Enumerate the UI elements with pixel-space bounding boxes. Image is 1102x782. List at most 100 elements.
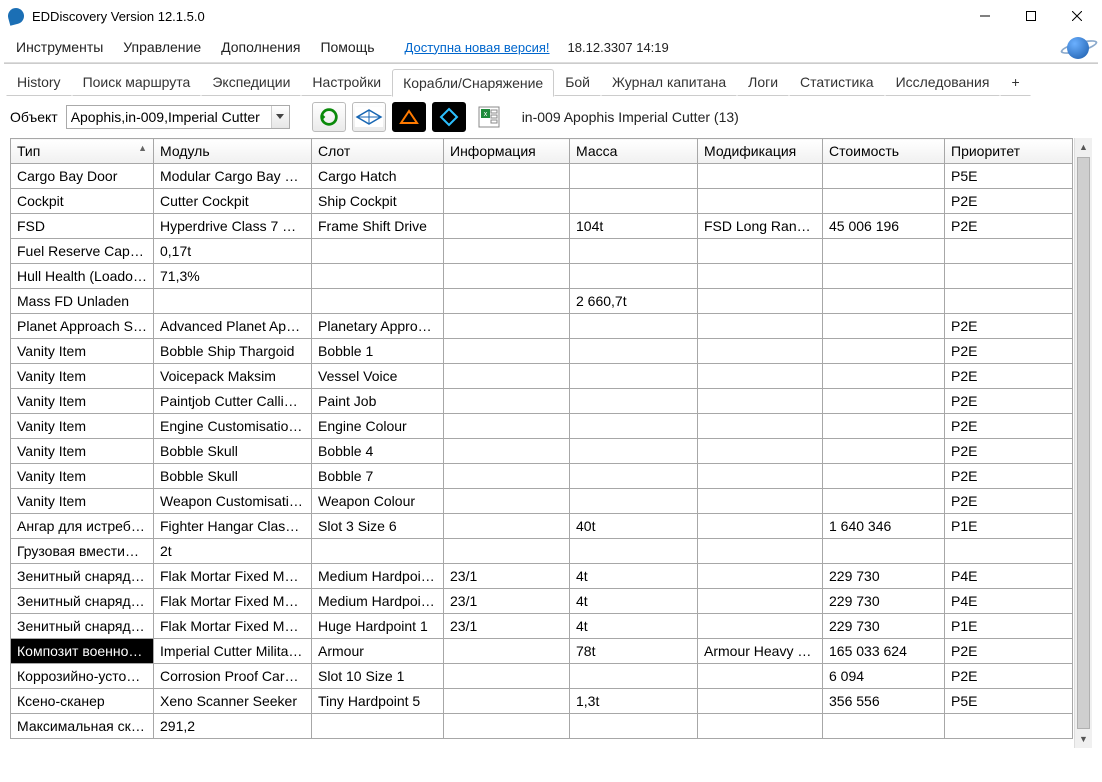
tab-0[interactable]: History	[6, 68, 72, 96]
table-row[interactable]: Hull Health (Loadout)71,3%	[11, 264, 1073, 289]
cell: 1,3t	[570, 689, 698, 714]
cell: FSD	[11, 214, 154, 239]
tab-1[interactable]: Поиск маршрута	[72, 68, 202, 96]
table-row[interactable]: Максимальная ско...291,2	[11, 714, 1073, 739]
cell	[945, 239, 1073, 264]
menu-tools[interactable]: Инструменты	[6, 35, 113, 59]
coriolis-button[interactable]	[352, 102, 386, 132]
tab-5[interactable]: Бой	[554, 68, 601, 96]
table-row[interactable]: FSDHyperdrive Class 7 Ra...Frame Shift D…	[11, 214, 1073, 239]
scroll-up-icon[interactable]: ▲	[1075, 138, 1092, 156]
tab-4[interactable]: Корабли/Снаряжение	[392, 69, 554, 97]
cell: P5E	[945, 689, 1073, 714]
minimize-button[interactable]	[962, 0, 1008, 32]
table-row[interactable]: Ангар для истребит...Fighter Hangar Clas…	[11, 514, 1073, 539]
table-row[interactable]: Зенитный снаряд с ...Flak Mortar Fixed M…	[11, 589, 1073, 614]
table-row[interactable]: Ксено-сканерXeno Scanner SeekerTiny Hard…	[11, 689, 1073, 714]
cell	[823, 264, 945, 289]
cell: Bobble Skull	[154, 464, 312, 489]
col-header-5[interactable]: Модификация	[698, 139, 823, 164]
table-row[interactable]: Vanity ItemVoicepack MaksimVessel VoiceP…	[11, 364, 1073, 389]
col-header-7[interactable]: Приоритет	[945, 139, 1073, 164]
table-row[interactable]: Fuel Reserve Capacity0,17t	[11, 239, 1073, 264]
table-row[interactable]: Коррозийно-устойч...Corrosion Proof Carg…	[11, 664, 1073, 689]
col-header-2[interactable]: Слот	[312, 139, 444, 164]
inara-button[interactable]	[432, 102, 466, 132]
table-row[interactable]: Зенитный снаряд с ...Flak Mortar Fixed M…	[11, 564, 1073, 589]
cell: 356 556	[823, 689, 945, 714]
new-version-link[interactable]: Доступна новая версия!	[405, 40, 550, 55]
cell: P2E	[945, 389, 1073, 414]
col-header-1[interactable]: Модуль	[154, 139, 312, 164]
table-row[interactable]: Композит военного...Imperial Cutter Mili…	[11, 639, 1073, 664]
tab-7[interactable]: Логи	[737, 68, 789, 96]
cell: Voicepack Maksim	[154, 364, 312, 389]
maximize-button[interactable]	[1008, 0, 1054, 32]
cell: Cutter Cockpit	[154, 189, 312, 214]
close-button[interactable]	[1054, 0, 1100, 32]
col-header-4[interactable]: Масса	[570, 139, 698, 164]
cell	[823, 414, 945, 439]
cell: P2E	[945, 339, 1073, 364]
module-table-scroll[interactable]: Тип▲МодульСлотИнформацияМассаМодификация…	[10, 138, 1074, 748]
cell	[570, 464, 698, 489]
cell: P4E	[945, 589, 1073, 614]
table-row[interactable]: Грузовая вместимо...2t	[11, 539, 1073, 564]
menu-help[interactable]: Помощь	[310, 35, 384, 59]
cell	[570, 389, 698, 414]
cell	[312, 539, 444, 564]
table-row[interactable]: Mass FD Unladen2 660,7t	[11, 289, 1073, 314]
table-row[interactable]: Vanity ItemBobble SkullBobble 7P2E	[11, 464, 1073, 489]
table-row[interactable]: Vanity ItemWeapon Customisatio...Weapon …	[11, 489, 1073, 514]
cell: Ангар для истребит...	[11, 514, 154, 539]
menu-manage[interactable]: Управление	[113, 35, 211, 59]
cell: P4E	[945, 564, 1073, 589]
scroll-thumb[interactable]	[1077, 157, 1090, 729]
table-row[interactable]: Cargo Bay DoorModular Cargo Bay DoorCarg…	[11, 164, 1073, 189]
table-row[interactable]: Planet Approach SuiteAdvanced Planet App…	[11, 314, 1073, 339]
tab-10[interactable]: +	[1000, 68, 1030, 96]
cell	[570, 264, 698, 289]
export-excel-button[interactable]: x	[472, 102, 506, 132]
menu-addons[interactable]: Дополнения	[211, 35, 310, 59]
cell: Paint Job	[312, 389, 444, 414]
cell	[444, 389, 570, 414]
cell	[444, 439, 570, 464]
table-row[interactable]: CockpitCutter CockpitShip CockpitP2E	[11, 189, 1073, 214]
tab-3[interactable]: Настройки	[301, 68, 392, 96]
cell	[823, 464, 945, 489]
tab-8[interactable]: Статистика	[789, 68, 885, 96]
vertical-scrollbar[interactable]: ▲ ▼	[1074, 138, 1092, 748]
table-row[interactable]: Зенитный снаряд с ...Flak Mortar Fixed M…	[11, 614, 1073, 639]
cell: 23/1	[444, 589, 570, 614]
edshipyard-button[interactable]	[392, 102, 426, 132]
refresh-button[interactable]	[312, 102, 346, 132]
planet-icon[interactable]	[1060, 37, 1096, 57]
cell	[698, 664, 823, 689]
col-header-0[interactable]: Тип▲	[11, 139, 154, 164]
tab-9[interactable]: Исследования	[885, 68, 1001, 96]
col-header-6[interactable]: Стоимость	[823, 139, 945, 164]
tab-6[interactable]: Журнал капитана	[601, 68, 737, 96]
scroll-down-icon[interactable]: ▼	[1075, 730, 1092, 748]
tab-2[interactable]: Экспедиции	[201, 68, 301, 96]
object-input[interactable]	[67, 106, 271, 128]
object-combo[interactable]	[66, 105, 290, 129]
cell	[312, 239, 444, 264]
chevron-down-icon[interactable]	[271, 106, 289, 128]
table-row[interactable]: Vanity ItemPaintjob Cutter Calligra...Pa…	[11, 389, 1073, 414]
cell: Зенитный снаряд с ...	[11, 589, 154, 614]
table-row[interactable]: Vanity ItemEngine Customisation ...Engin…	[11, 414, 1073, 439]
col-header-3[interactable]: Информация	[444, 139, 570, 164]
cell	[570, 339, 698, 364]
cell: 0,17t	[154, 239, 312, 264]
cell	[444, 514, 570, 539]
table-row[interactable]: Vanity ItemBobble SkullBobble 4P2E	[11, 439, 1073, 464]
cell: P2E	[945, 489, 1073, 514]
cell: Vanity Item	[11, 414, 154, 439]
cell: 104t	[570, 214, 698, 239]
cell	[698, 689, 823, 714]
table-row[interactable]: Vanity ItemBobble Ship ThargoidBobble 1P…	[11, 339, 1073, 364]
cell	[945, 714, 1073, 739]
cell	[570, 414, 698, 439]
